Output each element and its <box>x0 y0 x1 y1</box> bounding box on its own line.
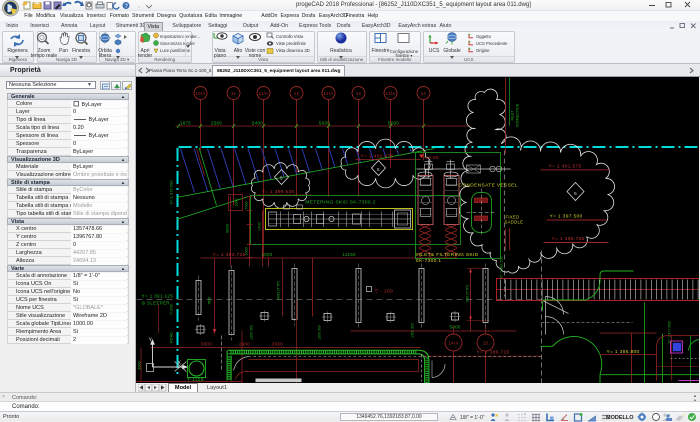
svg-text:14: 14 <box>421 91 427 96</box>
svg-text:INLET& FILTERING SKID: INLET& FILTERING SKID <box>416 252 479 258</box>
svg-text:5400: 5400 <box>252 121 263 126</box>
svg-text:1875: 1875 <box>180 121 191 126</box>
svg-text:13/A: 13/A <box>386 91 396 96</box>
svg-text:15: 15 <box>483 341 489 346</box>
svg-text:1000: 1000 <box>262 252 273 257</box>
svg-text:3000: 3000 <box>201 342 212 347</box>
svg-text:METERING SKID SK-7300.2: METERING SKID SK-7300.2 <box>305 200 375 206</box>
svg-text:5600: 5600 <box>319 121 330 126</box>
svg-text:Y= 1 386.800: Y= 1 386.800 <box>607 349 640 355</box>
svg-text:X= 1 377.890: X= 1 377.890 <box>668 321 672 344</box>
svg-text:X= 1 382.502: X= 1 382.502 <box>500 256 504 279</box>
svg-text:9800: 9800 <box>225 223 230 233</box>
svg-text:Y: Y <box>149 338 153 344</box>
svg-text:12: 12 <box>294 91 300 96</box>
svg-text:7000: 7000 <box>245 201 249 209</box>
svg-text:5: 5 <box>574 191 577 197</box>
svg-text:10/A: 10/A <box>196 91 206 96</box>
svg-text:13: 13 <box>356 91 362 96</box>
svg-text:1400: 1400 <box>258 222 262 230</box>
svg-text:Y= 1 402.075: Y= 1 402.075 <box>361 154 394 160</box>
svg-text:12/A: 12/A <box>324 91 334 96</box>
svg-text:X= 1 373.500: X= 1 373.500 <box>169 180 174 205</box>
svg-text:ROAD: ROAD <box>170 332 174 343</box>
svg-text:Y= 1 386.725: Y= 1 386.725 <box>477 350 510 356</box>
svg-text:3300: 3300 <box>272 342 283 347</box>
svg-text:CONNECTION: CONNECTION <box>516 103 520 127</box>
svg-text:5: 5 <box>280 176 283 181</box>
svg-text:Y= 1 399.535: Y= 1 399.535 <box>262 189 295 195</box>
svg-text:1300 300: 1300 300 <box>318 325 322 340</box>
svg-text:Y= 1 397.500: Y= 1 397.500 <box>550 214 583 220</box>
svg-text:▽-200: ▽-200 <box>170 304 174 315</box>
svg-text:±0.00: ±0.00 <box>426 155 439 160</box>
svg-text:1300 300: 1300 300 <box>411 323 415 338</box>
svg-text:4000 (TYP): 4000 (TYP) <box>277 280 281 300</box>
svg-text:SADDLE: SADDLE <box>505 220 524 225</box>
svg-text:5690: 5690 <box>388 121 399 126</box>
svg-text:1300 300: 1300 300 <box>250 325 254 340</box>
svg-text:11: 11 <box>231 91 236 96</box>
svg-text:2900: 2900 <box>239 342 250 347</box>
svg-text:5800: 5800 <box>208 297 212 305</box>
svg-text:▽ - 100: ▽ - 100 <box>375 289 394 295</box>
svg-text:INLET: INLET <box>511 110 515 121</box>
svg-text:5000: 5000 <box>450 325 461 330</box>
svg-text:11/A: 11/A <box>259 91 268 96</box>
svg-text:SK-7300.1: SK-7300.1 <box>416 258 442 264</box>
svg-text:Y= 1 395.735: Y= 1 395.735 <box>552 236 585 242</box>
svg-text:1/8" = 1'-0": 1/8" = 1'-0" <box>460 415 485 421</box>
svg-text:1000: 1000 <box>235 199 239 207</box>
svg-text:2560: 2560 <box>211 121 222 126</box>
svg-text:Y= 1 391.125: Y= 1 391.125 <box>142 294 174 299</box>
svg-text:Y= 1 394.725: Y= 1 394.725 <box>213 252 246 258</box>
svg-text:MODELLO: MODELLO <box>606 415 634 421</box>
svg-text:14/A: 14/A <box>449 341 459 346</box>
svg-text:CONDENSATE VESSEL: CONDENSATE VESSEL <box>459 183 518 189</box>
svg-text:5: 5 <box>377 167 380 172</box>
svg-text:⊘ SLEEPER: ⊘ SLEEPER <box>142 301 170 306</box>
svg-text:11150: 11150 <box>343 252 357 257</box>
svg-text:Y= 1 401.575: Y= 1 401.575 <box>549 164 582 170</box>
svg-text:·: · <box>138 4 140 11</box>
